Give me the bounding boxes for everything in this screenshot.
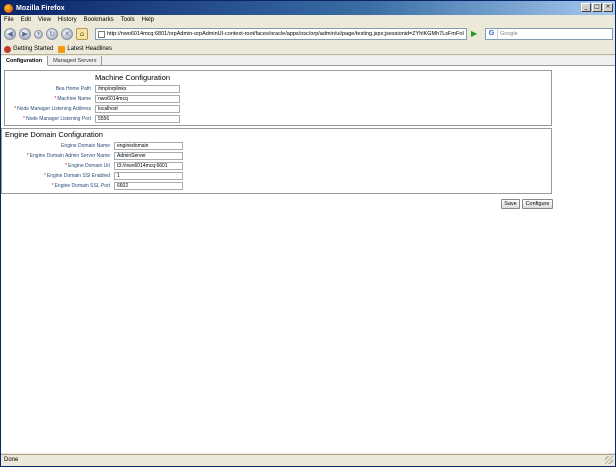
engine-domain-configuration-section: Engine Domain Configuration Engine Domai… (1, 128, 552, 194)
node-manager-address-label: *Node Manager Listening Address (14, 106, 91, 112)
history-dropdown-icon[interactable]: ▾ (34, 29, 43, 39)
save-button[interactable]: Save (501, 199, 520, 209)
stop-button[interactable]: ✕ (61, 28, 73, 40)
bookmark-getting-started[interactable]: Getting Started (4, 45, 54, 53)
getting-started-icon (4, 45, 11, 53)
browser-window: Mozilla Firefox _ □ × File Edit View His… (0, 0, 616, 467)
node-manager-port-input[interactable] (95, 115, 180, 123)
bookmark-latest-headlines[interactable]: Latest Headlines (58, 45, 113, 53)
menu-help[interactable]: Help (142, 17, 154, 23)
form-row: *Engine Domain SSl Enabled (2, 172, 553, 181)
minimize-button[interactable]: _ (581, 3, 591, 12)
engine-domain-name-label: Engine Domain Name (61, 143, 110, 149)
title-bar: Mozilla Firefox _ □ × (1, 1, 615, 15)
admin-server-name-label: *Engine Domain Admin Server Name (26, 153, 110, 159)
form-row: *Engine Domain Url (2, 162, 553, 171)
ssl-port-label: *Engine Domain SSL Port (51, 183, 110, 189)
required-marker: * (23, 116, 25, 122)
menu-bookmarks[interactable]: Bookmarks (84, 17, 114, 23)
form-row: *Machine Name (5, 95, 553, 104)
ssl-port-input[interactable] (114, 182, 183, 190)
navigation-toolbar: ◀ ▶ ▾ ↻ ✕ ⌂ http://nwo6014mcq:6801/orpAd… (1, 25, 615, 43)
tab-configuration[interactable]: Configuration (1, 56, 49, 66)
form-row: *Engine Domain Admin Server Name (2, 152, 553, 161)
url-bar[interactable]: http://nwo6014mcq:6801/orpAdmin-orpAdmin… (95, 28, 467, 40)
google-icon[interactable]: G (486, 29, 498, 39)
bea-home-path-label: Bea Home Path (55, 86, 91, 92)
configure-button[interactable]: Configure (522, 199, 553, 209)
required-marker: * (26, 153, 29, 159)
required-marker: * (14, 106, 17, 112)
machine-name-label: *Machine Name (54, 96, 91, 102)
rss-feed-icon (58, 45, 66, 53)
form-row: Bea Home Path (5, 85, 553, 94)
home-button[interactable]: ⌂ (76, 28, 88, 40)
admin-server-name-input[interactable] (114, 152, 183, 160)
form-row: Engine Domain Name (2, 142, 553, 151)
menu-view[interactable]: View (38, 17, 51, 23)
required-marker: * (65, 163, 68, 169)
menu-edit[interactable]: Edit (21, 17, 31, 23)
tab-bar: Configuration Managed Servers (1, 56, 615, 66)
required-marker: * (51, 183, 54, 189)
back-button[interactable]: ◀ (4, 28, 16, 40)
go-button[interactable]: ▶ (471, 29, 481, 39)
url-text: http://nwo6014mcq:6801/orpAdmin-orpAdmin… (107, 31, 464, 37)
required-marker: * (43, 173, 46, 179)
ssl-enabled-label: *Engine Domain SSl Enabled (43, 173, 110, 179)
engine-domain-url-input[interactable] (114, 162, 183, 170)
form-row: *Node Manager Listening Port (5, 115, 553, 124)
menu-history[interactable]: History (58, 17, 77, 23)
bookmark-label: Latest Headlines (67, 46, 113, 52)
ssl-enabled-input[interactable] (114, 172, 183, 180)
page-icon (98, 30, 105, 38)
machine-configuration-section: Machine Configuration Bea Home Path *Mac… (4, 70, 552, 126)
form-row: *Engine Domain SSL Port (2, 182, 553, 191)
node-manager-port-label: *Node Manager Listening Port (23, 116, 91, 122)
page-content: Configuration Managed Servers Machine Co… (1, 56, 615, 453)
close-button[interactable]: × (603, 3, 613, 12)
menu-tools[interactable]: Tools (121, 17, 135, 23)
form-row: *Node Manager Listening Address (5, 105, 553, 114)
menu-file[interactable]: File (4, 17, 14, 23)
resize-grip-icon[interactable] (605, 456, 613, 464)
engine-domain-url-label: *Engine Domain Url (65, 163, 110, 169)
forward-button[interactable]: ▶ (19, 28, 31, 40)
engine-domain-name-input[interactable] (114, 142, 183, 150)
menu-bar: File Edit View History Bookmarks Tools H… (1, 15, 615, 25)
machine-configuration-title: Machine Configuration (95, 73, 171, 82)
bookmark-label: Getting Started (13, 46, 54, 52)
status-bar: Done (1, 454, 615, 466)
maximize-button[interactable]: □ (592, 3, 602, 12)
bea-home-path-input[interactable] (95, 85, 180, 93)
node-manager-address-input[interactable] (95, 105, 180, 113)
search-placeholder: Google (500, 31, 518, 37)
reload-button[interactable]: ↻ (46, 28, 58, 40)
engine-domain-configuration-title: Engine Domain Configuration (5, 130, 103, 139)
bookmarks-toolbar: Getting Started Latest Headlines (1, 44, 615, 55)
machine-name-input[interactable] (95, 95, 180, 103)
firefox-icon (4, 3, 13, 13)
status-text: Done (4, 457, 19, 463)
search-box[interactable]: G Google (485, 28, 613, 40)
window-title: Mozilla Firefox (16, 4, 65, 12)
tab-managed-servers[interactable]: Managed Servers (48, 56, 103, 66)
